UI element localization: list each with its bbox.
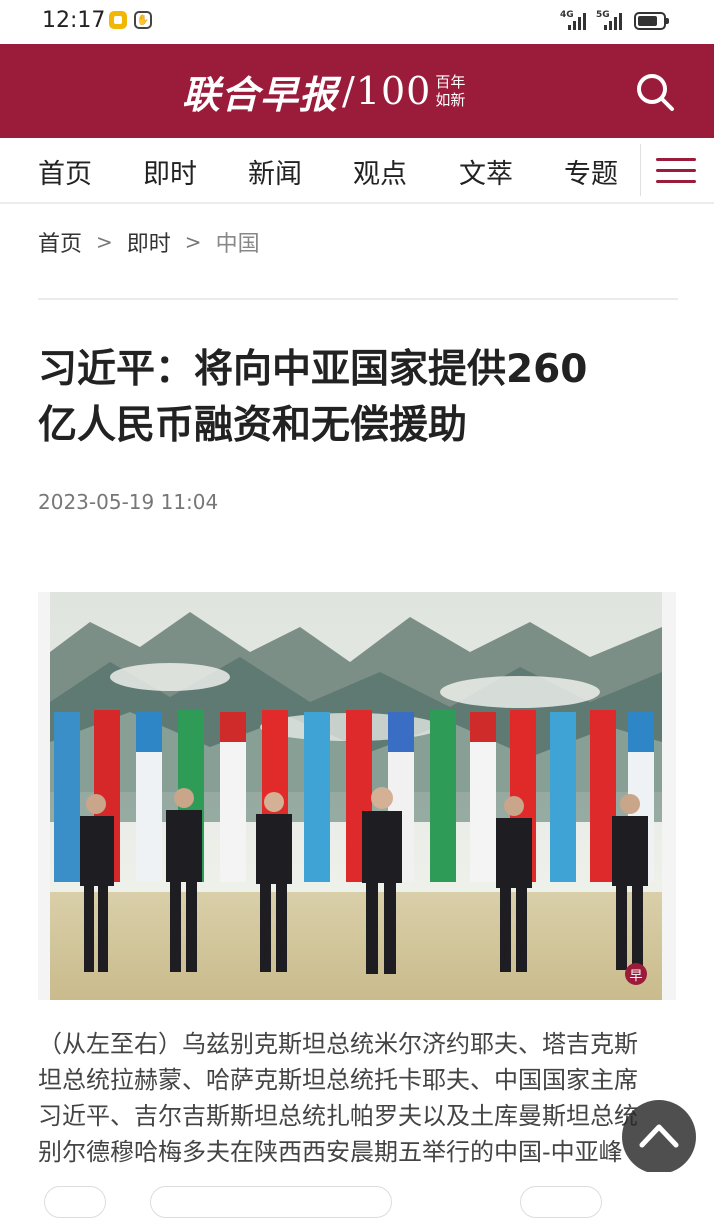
signal-4g-icon: 4G [560,10,592,32]
nav-tab-news[interactable]: 新闻 [248,152,302,191]
breadcrumb-current: 中国 [215,232,260,257]
logo-slogan: 百年 如新 [435,73,466,109]
nav-divider [640,144,641,196]
notification-hand-icon: ✋ [134,11,152,29]
status-time: 12:17 [42,8,106,33]
hamburger-menu-button[interactable] [656,158,696,186]
site-header: 联合早报 /100 百年 如新 [0,44,714,138]
nav-tab-digest[interactable]: 文萃 [459,152,513,191]
article-title: 习近平：将向中亚国家提供260 亿人民币融资和无偿援助 [38,347,588,448]
breadcrumb-home-link[interactable]: 首页 [38,226,82,258]
battery-icon [634,12,669,30]
search-icon [637,74,674,111]
nav-tab-opinion[interactable]: 观点 [353,152,407,191]
site-logo[interactable]: 联合早报 /100 百年 如新 [182,66,466,117]
breadcrumb-separator: > [184,230,202,254]
bottom-action-button[interactable] [44,1186,106,1218]
photo-watermark: 早 [629,969,642,984]
search-button[interactable] [634,71,676,113]
nav-tab-instant[interactable]: 即时 [143,152,197,191]
bottom-action-button[interactable] [520,1186,602,1218]
divider [38,298,678,300]
chevron-up-icon [639,1124,679,1148]
notification-app-icon [109,11,127,29]
nav-tab-special[interactable]: 专题 [564,152,618,191]
signal-5g-icon: 5G [596,10,628,32]
logo-name: 联合早报 [182,71,339,117]
nav-tab-home[interactable]: 首页 [38,152,92,191]
breadcrumb-instant-link[interactable]: 即时 [127,226,171,258]
breadcrumb-separator: > [96,230,113,254]
status-bar: 12:17 ✋ 4G 5G [0,0,714,44]
hamburger-icon [656,158,696,183]
bottom-bar [0,1172,714,1218]
bottom-action-button[interactable] [150,1186,392,1218]
back-to-top-button[interactable] [622,1100,696,1174]
breadcrumb: 首页 > 即时 > 中国 [38,226,260,258]
logo-number: /100 [342,69,432,113]
photo-caption: （从左至右）乌兹别克斯坦总统米尔济约耶夫、塔吉克斯 坦总统拉赫蒙、哈萨克斯坦总统… [38,1030,638,1166]
section-nav: 首页 即时 新闻 观点 文萃 专题 [0,138,714,204]
photo-illustration: 早 [50,592,662,1000]
article-timestamp: 2023-05-19 11:04 [38,490,219,514]
article-photo[interactable]: 早 [38,592,676,1000]
